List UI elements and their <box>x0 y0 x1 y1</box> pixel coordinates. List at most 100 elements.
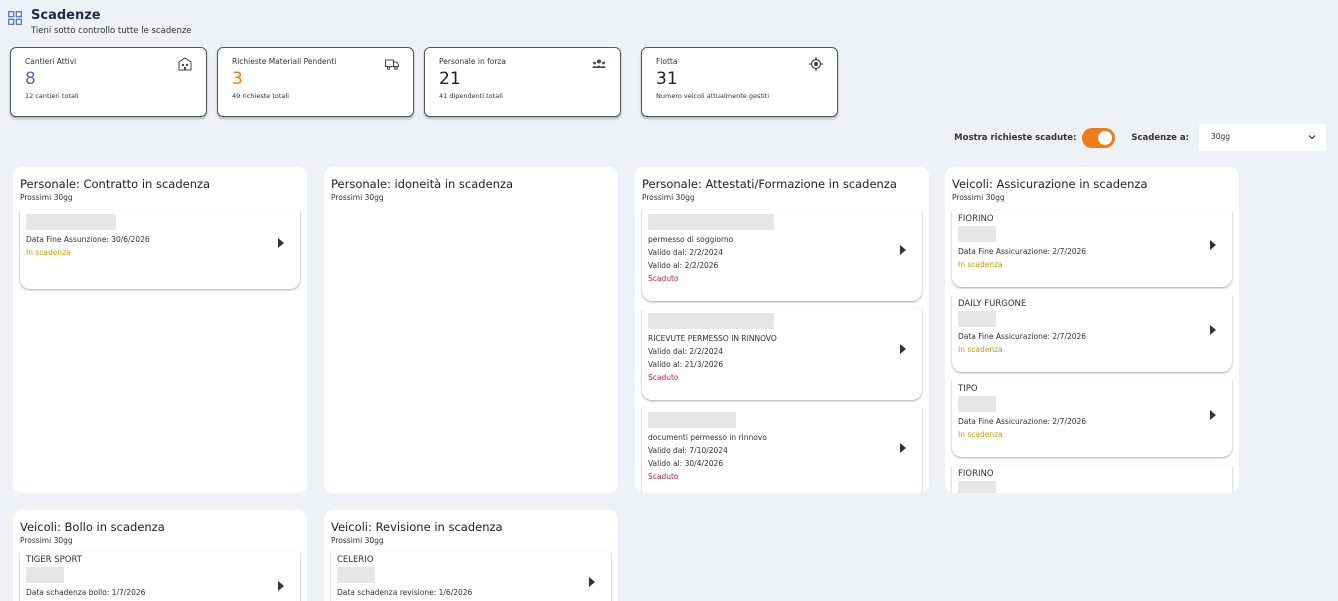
deadlines-select-value: 30gg <box>1211 132 1231 141</box>
list-item[interactable]: permesso di soggiorno Valido dal: 2/2/20… <box>642 210 922 301</box>
list-item[interactable]: TIPO Data Fine Assicurazione: 2/7/2026 I… <box>952 380 1232 457</box>
stat-card-flotta[interactable]: Flotta 31 Numero veicoli attualmente ges… <box>641 47 838 117</box>
list-item[interactable]: documenti permesso in rinnovo Valido dal… <box>642 408 922 493</box>
list-item[interactable]: DAILY FURGONE Data Fine Assicurazione: 2… <box>952 295 1232 372</box>
item-line: RICEVUTE PERMESSO IN RINNOVO <box>648 334 777 343</box>
stat-card-cantieri[interactable]: Cantieri Attivi 8 12 cantieri totali <box>10 47 207 117</box>
chevron-right-icon[interactable] <box>1210 240 1216 250</box>
list-item[interactable]: CELERIO Data schadenza revisione: 1/6/20… <box>331 551 611 601</box>
item-line: Valido al: 21/3/2026 <box>648 360 724 369</box>
panel-attestati: Personale: Attestati/Formazione in scade… <box>635 167 929 493</box>
item-line: Data Fine Assicurazione: 2/7/2026 <box>958 247 1087 256</box>
redacted-plate <box>337 567 375 583</box>
list-item[interactable]: RICEVUTE PERMESSO IN RINNOVO Valido dal:… <box>642 309 922 400</box>
panel-title: Veicoli: Revisione in scadenza <box>331 520 503 534</box>
chevron-right-icon[interactable] <box>900 245 906 255</box>
stat-sub: 12 cantieri totali <box>25 92 79 100</box>
list-item[interactable]: Data Fine Assunzione: 30/6/2026 In scade… <box>20 210 300 289</box>
chevron-right-icon[interactable] <box>900 443 906 453</box>
stat-value: 31 <box>656 69 678 89</box>
chevron-right-icon[interactable] <box>900 344 906 354</box>
redacted-name <box>26 214 116 230</box>
item-line: documenti permesso in rinnovo <box>648 433 767 442</box>
panel-bollo: Veicoli: Bollo in scadenza Prossimi 30gg… <box>13 510 307 601</box>
redacted-plate <box>958 481 996 493</box>
panel-title: Personale: Contratto in scadenza <box>20 177 211 191</box>
item-status: In scadenza <box>958 430 1003 439</box>
item-status: Scaduto <box>648 472 679 481</box>
stat-value: 8 <box>25 69 36 89</box>
item-line: Data schadenza revisione: 1/6/2026 <box>337 588 473 597</box>
panel-assicurazione: Veicoli: Assicurazione in scadenza Pross… <box>945 167 1239 493</box>
toggle-knob <box>1098 130 1113 145</box>
show-expired-label: Mostra richieste scadute: <box>954 132 1077 143</box>
dashboard-icon <box>8 11 22 25</box>
item-status: In scadenza <box>958 260 1003 269</box>
stat-sub: 41 dipendenti totali <box>439 92 503 100</box>
chevron-right-icon[interactable] <box>1210 325 1216 335</box>
list-item[interactable]: FIORINO <box>952 465 1232 493</box>
item-status: Scaduto <box>648 373 679 382</box>
list-item[interactable]: TIGER SPORT Data schadenza bollo: 1/7/20… <box>20 551 300 601</box>
panel-title: Personale: idoneità in scadenza <box>331 177 514 191</box>
item-status: Scaduto <box>648 274 679 283</box>
item-line: Valido dal: 2/2/2024 <box>648 347 724 356</box>
building-icon <box>178 57 192 71</box>
deadlines-label: Scadenze a: <box>1131 132 1189 143</box>
chevron-right-icon[interactable] <box>589 577 595 587</box>
item-line: Data Fine Assunzione: 30/6/2026 <box>26 235 150 244</box>
vehicle-name: FIORINO <box>958 214 994 224</box>
chevron-right-icon[interactable] <box>1210 410 1216 420</box>
panel-subtitle: Prossimi 30gg <box>952 193 1005 202</box>
panel-contratto: Personale: Contratto in scadenza Prossim… <box>13 167 307 493</box>
stat-label: Cantieri Attivi <box>25 57 77 66</box>
panel-subtitle: Prossimi 30gg <box>331 536 384 545</box>
panel-revisione: Veicoli: Revisione in scadenza Prossimi … <box>324 510 618 601</box>
deadlines-select[interactable]: 30gg <box>1199 124 1326 151</box>
stat-card-personale[interactable]: Personale in forza 21 41 dipendenti tota… <box>424 47 621 117</box>
stat-label: Personale in forza <box>439 57 506 66</box>
vehicle-name: TIPO <box>958 384 978 394</box>
redacted-plate <box>958 226 996 242</box>
item-line: Data schadenza bollo: 1/7/2026 <box>26 588 146 597</box>
panel-subtitle: Prossimi 30gg <box>642 193 695 202</box>
stat-label: Flotta <box>656 57 678 66</box>
panel-title: Personale: Attestati/Formazione in scade… <box>642 177 897 191</box>
vehicle-name: CELERIO <box>337 555 374 565</box>
stat-sub: Numero veicoli attualmente gestiti <box>656 92 770 100</box>
vehicle-name: FIORINO <box>958 469 994 479</box>
list-item[interactable]: FIORINO Data Fine Assicurazione: 2/7/202… <box>952 210 1232 287</box>
show-expired-toggle[interactable] <box>1082 127 1116 148</box>
panel-subtitle: Prossimi 30gg <box>331 193 384 202</box>
item-status: In scadenza <box>26 248 71 257</box>
item-line: Data Fine Assicurazione: 2/7/2026 <box>958 332 1087 341</box>
item-line: Data Fine Assicurazione: 2/7/2026 <box>958 417 1087 426</box>
item-line: Valido dal: 2/2/2024 <box>648 248 724 257</box>
chevron-right-icon[interactable] <box>278 581 284 591</box>
page-header: Scadenze Tieni sotto controllo tutte le … <box>8 8 192 36</box>
stat-sub: 49 richieste totali <box>232 92 289 100</box>
panel-title: Veicoli: Bollo in scadenza <box>20 520 165 534</box>
truck-icon <box>385 59 399 70</box>
redacted-plate <box>958 311 996 327</box>
panel-subtitle: Prossimi 30gg <box>20 536 73 545</box>
stat-label: Richieste Materiali Pendenti <box>232 57 337 66</box>
redacted-name <box>648 214 774 230</box>
stat-value: 21 <box>439 69 461 89</box>
stat-value: 3 <box>232 69 243 89</box>
stat-card-richieste[interactable]: Richieste Materiali Pendenti 3 49 richie… <box>217 47 414 117</box>
item-line: Valido dal: 7/10/2024 <box>648 446 728 455</box>
redacted-plate <box>958 396 996 412</box>
vehicle-name: DAILY FURGONE <box>958 299 1027 309</box>
panel-title: Veicoli: Assicurazione in scadenza <box>952 177 1148 191</box>
chevron-down-icon <box>1308 135 1316 140</box>
target-icon <box>809 57 823 71</box>
item-status: In scadenza <box>958 345 1003 354</box>
page-title: Scadenze <box>31 8 101 23</box>
chevron-right-icon[interactable] <box>278 238 284 248</box>
vehicle-name: TIGER SPORT <box>26 555 82 565</box>
filter-controls: Mostra richieste scadute: Scadenze a: 30… <box>954 124 1326 151</box>
item-line: Valido al: 2/2/2026 <box>648 261 719 270</box>
page-subtitle: Tieni sotto controllo tutte le scadenze <box>31 26 192 36</box>
redacted-name <box>648 313 774 329</box>
